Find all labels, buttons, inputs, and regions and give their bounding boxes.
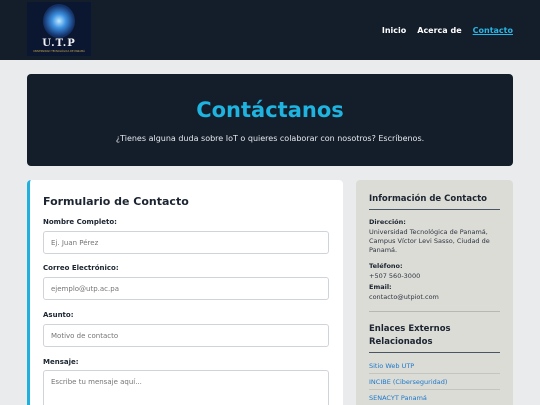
link-divider bbox=[369, 389, 500, 390]
email-label: Correo Electrónico: bbox=[43, 264, 119, 272]
links-title: Enlaces Externos Relacionados bbox=[369, 324, 451, 347]
phone-value: +507 560-3000 bbox=[369, 272, 421, 280]
contact-info-panel: Información de Contacto Dirección: Unive… bbox=[356, 180, 513, 405]
hero-subtitle: ¿Tienes alguna duda sobre IoT o quieres … bbox=[115, 134, 425, 143]
message-textarea[interactable] bbox=[43, 370, 329, 405]
brain-globe-icon bbox=[43, 4, 75, 38]
info-divider bbox=[369, 209, 500, 210]
link-incibe[interactable]: INCIBE (Ciberseguridad) bbox=[369, 378, 447, 386]
email-info-value: contacto@utpiot.com bbox=[369, 293, 439, 301]
link-senacyt[interactable]: SENACYT Panamá bbox=[369, 394, 427, 402]
email-input[interactable] bbox=[43, 277, 329, 300]
nav-contacto[interactable]: Contacto bbox=[473, 26, 513, 35]
site-header: U.T.P UNIVERSIDAD TECNOLÓGICA DE PANAMÁ … bbox=[0, 0, 540, 60]
message-label: Mensaje: bbox=[43, 358, 79, 366]
links-divider bbox=[369, 352, 500, 353]
name-label: Nombre Completo: bbox=[43, 218, 117, 226]
form-title: Formulario de Contacto bbox=[43, 195, 189, 208]
email-info-label: Email: bbox=[369, 283, 392, 291]
hero-banner: Contáctanos ¿Tienes alguna duda sobre Io… bbox=[27, 74, 513, 166]
address-label: Dirección: bbox=[369, 218, 406, 226]
info-divider-2 bbox=[369, 311, 500, 312]
phone-label: Teléfono: bbox=[369, 262, 403, 270]
subject-label: Asunto: bbox=[43, 311, 74, 319]
nav-acerca-de[interactable]: Acerca de bbox=[417, 26, 461, 35]
contact-form: Formulario de Contacto Nombre Completo: … bbox=[27, 180, 343, 405]
nav-inicio[interactable]: Inicio bbox=[382, 26, 406, 35]
info-title: Información de Contacto bbox=[369, 194, 488, 204]
link-utp[interactable]: Sitio Web UTP bbox=[369, 362, 414, 370]
logo-text: U.T.P bbox=[42, 38, 76, 49]
link-divider bbox=[369, 373, 500, 374]
name-input[interactable] bbox=[43, 231, 329, 254]
logo-tagline: UNIVERSIDAD TECNOLÓGICA DE PANAMÁ bbox=[33, 50, 85, 53]
page-title: Contáctanos bbox=[196, 98, 344, 122]
address-value: Universidad Tecnológica de Panamá, Campu… bbox=[369, 228, 490, 254]
utp-logo[interactable]: U.T.P UNIVERSIDAD TECNOLÓGICA DE PANAMÁ bbox=[27, 2, 91, 56]
main-nav: Inicio Acerca de Contacto bbox=[382, 26, 513, 35]
subject-input[interactable] bbox=[43, 324, 329, 347]
